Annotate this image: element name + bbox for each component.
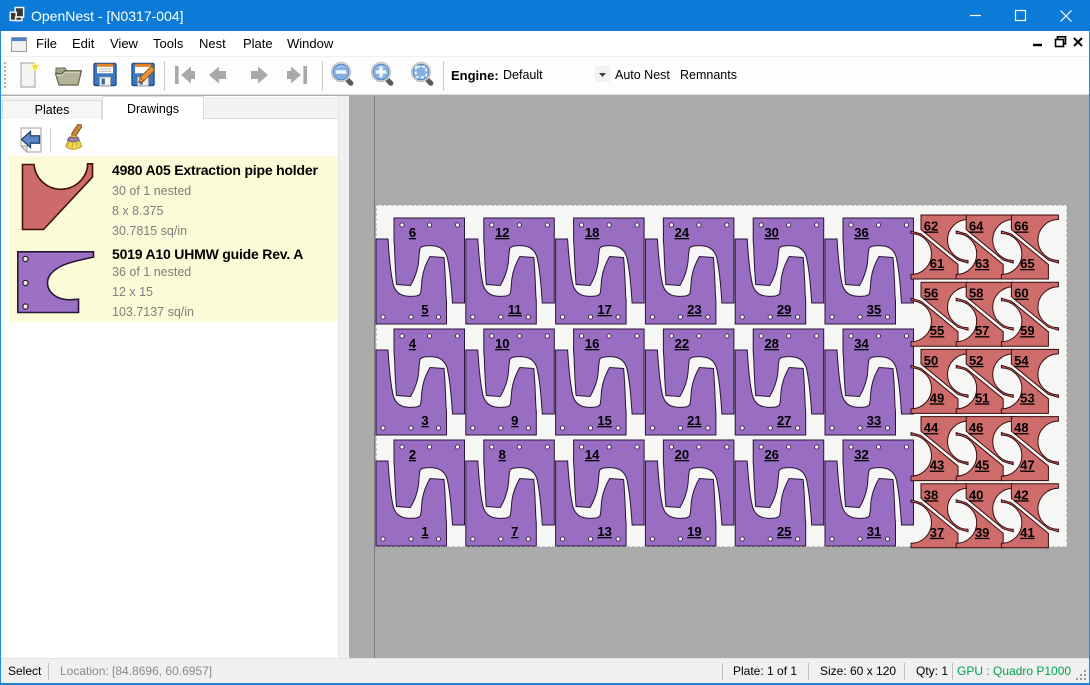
svg-text:63: 63	[975, 256, 989, 271]
svg-text:61: 61	[930, 256, 944, 271]
svg-text:25: 25	[777, 524, 791, 539]
svg-text:54: 54	[1014, 353, 1029, 368]
svg-text:36: 36	[854, 225, 868, 240]
svg-text:33: 33	[867, 413, 881, 428]
svg-text:3: 3	[421, 413, 428, 428]
svg-text:41: 41	[1020, 525, 1034, 540]
svg-text:56: 56	[924, 286, 938, 301]
svg-text:44: 44	[924, 420, 939, 435]
svg-text:9: 9	[511, 413, 518, 428]
svg-text:47: 47	[1020, 458, 1034, 473]
svg-text:28: 28	[764, 336, 778, 351]
svg-text:46: 46	[969, 420, 983, 435]
svg-text:8: 8	[499, 447, 506, 462]
svg-text:22: 22	[675, 336, 689, 351]
svg-text:15: 15	[597, 413, 611, 428]
svg-text:5: 5	[421, 302, 428, 317]
svg-text:42: 42	[1014, 487, 1028, 502]
svg-text:30: 30	[764, 225, 778, 240]
svg-text:24: 24	[675, 225, 690, 240]
svg-text:29: 29	[777, 302, 791, 317]
svg-text:49: 49	[930, 390, 944, 405]
svg-text:12: 12	[495, 225, 509, 240]
svg-text:17: 17	[597, 302, 611, 317]
svg-text:62: 62	[924, 219, 938, 234]
svg-text:23: 23	[687, 302, 701, 317]
svg-text:50: 50	[924, 353, 938, 368]
svg-text:55: 55	[930, 323, 944, 338]
svg-text:14: 14	[585, 447, 600, 462]
svg-text:13: 13	[597, 524, 611, 539]
svg-text:43: 43	[930, 458, 944, 473]
svg-text:48: 48	[1014, 420, 1028, 435]
svg-text:35: 35	[867, 302, 881, 317]
svg-text:38: 38	[924, 487, 938, 502]
svg-text:66: 66	[1014, 219, 1028, 234]
svg-text:52: 52	[969, 353, 983, 368]
svg-text:45: 45	[975, 458, 989, 473]
svg-text:51: 51	[975, 390, 989, 405]
svg-text:19: 19	[687, 524, 701, 539]
svg-text:57: 57	[975, 323, 989, 338]
svg-text:58: 58	[969, 286, 983, 301]
svg-text:1: 1	[421, 524, 428, 539]
svg-text:2: 2	[409, 447, 416, 462]
svg-text:26: 26	[764, 447, 778, 462]
svg-text:37: 37	[930, 525, 944, 540]
svg-text:40: 40	[969, 487, 983, 502]
svg-text:6: 6	[409, 225, 416, 240]
svg-text:7: 7	[511, 524, 518, 539]
svg-text:16: 16	[585, 336, 599, 351]
svg-text:53: 53	[1020, 390, 1034, 405]
svg-text:32: 32	[854, 447, 868, 462]
svg-text:34: 34	[854, 336, 869, 351]
svg-text:60: 60	[1014, 286, 1028, 301]
svg-text:64: 64	[969, 219, 984, 234]
svg-text:59: 59	[1020, 323, 1034, 338]
svg-text:65: 65	[1020, 256, 1034, 271]
svg-text:11: 11	[508, 302, 522, 317]
svg-text:10: 10	[495, 336, 509, 351]
svg-text:18: 18	[585, 225, 599, 240]
svg-text:21: 21	[687, 413, 701, 428]
svg-text:39: 39	[975, 525, 989, 540]
svg-text:31: 31	[867, 524, 881, 539]
svg-text:20: 20	[675, 447, 689, 462]
svg-text:4: 4	[409, 336, 417, 351]
svg-text:27: 27	[777, 413, 791, 428]
